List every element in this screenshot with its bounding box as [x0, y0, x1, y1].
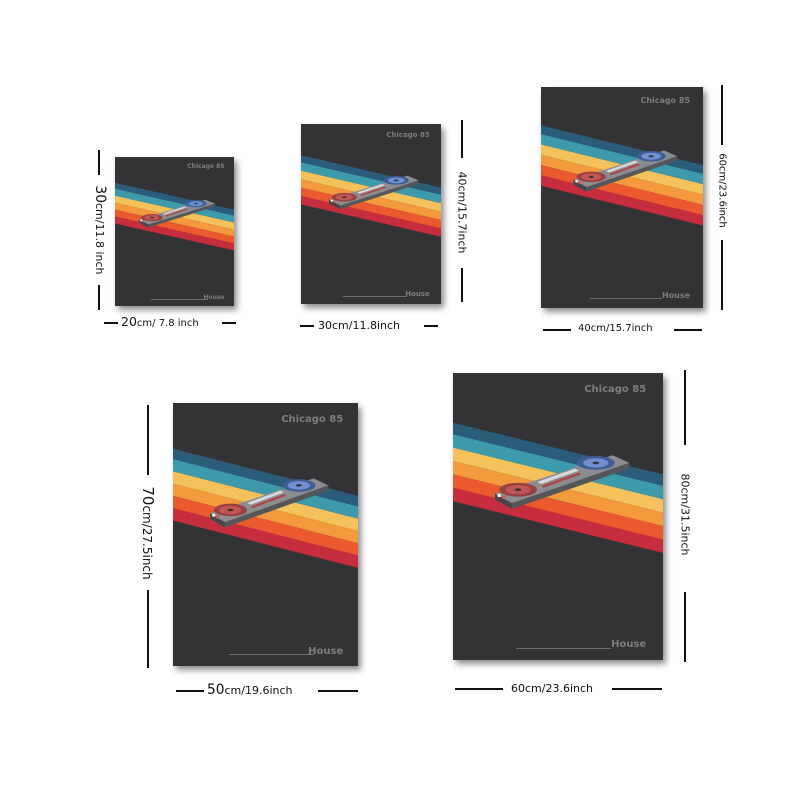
- height-number: 70: [139, 486, 157, 506]
- poster-40x60: Chicago 85 House: [541, 87, 703, 308]
- poster-subtitle: House: [308, 645, 344, 657]
- height-dimension-line-bottom: [684, 592, 686, 662]
- height-unit: cm/27.5inch: [140, 505, 154, 580]
- width-dimension-line-left: [455, 688, 503, 690]
- poster-title: Chicago 85: [187, 162, 225, 170]
- poster-60x80: Chicago 85 House: [453, 373, 663, 660]
- poster-title: Chicago 85: [584, 384, 647, 396]
- poster-artwork: [301, 155, 441, 237]
- width-label: 40cm/15.7inch: [578, 323, 653, 334]
- width-dimension-line-right: [674, 329, 702, 331]
- width-dimension-line-right: [222, 322, 236, 324]
- poster-20x30: Chicago 85 House: [115, 157, 234, 306]
- height-unit: 80cm/31.5inch: [678, 473, 692, 556]
- width-dimension-line-left: [104, 322, 118, 324]
- poster-subtitle: House: [203, 293, 225, 301]
- width-unit: cm/ 7.8 inch: [136, 318, 199, 329]
- poster-artwork: [453, 422, 663, 553]
- height-number: 30: [92, 185, 108, 203]
- width-dimension-line-left: [543, 329, 571, 331]
- poster-artwork: [541, 125, 703, 226]
- width-dimension-line-right: [318, 690, 358, 692]
- height-unit: 40cm/15.7inch: [455, 171, 469, 254]
- height-label: 60cm/23.6inch: [717, 131, 728, 251]
- width-dimension-line-right: [612, 688, 662, 690]
- poster-artwork: [173, 448, 358, 568]
- poster-subtitle-line: [228, 654, 314, 656]
- poster-subtitle-line: [589, 298, 663, 300]
- height-dimension-line-bottom: [461, 268, 463, 302]
- poster-title: Chicago 85: [281, 413, 344, 425]
- poster-subtitle-line: [150, 299, 208, 301]
- width-dimension-line-left: [300, 325, 314, 327]
- height-label: 30cm/11.8 inch: [92, 170, 108, 290]
- width-unit: 30cm/11.8inch: [318, 319, 401, 332]
- poster-subtitle: House: [661, 291, 691, 301]
- poster-title: Chicago 85: [640, 95, 691, 105]
- width-label: 30cm/11.8inch: [318, 319, 400, 332]
- height-dimension-line-top: [684, 370, 686, 445]
- poster-artwork: [115, 182, 234, 251]
- poster-50x70: Chicago 85 House: [173, 403, 358, 666]
- width-label: 20cm/ 7.8 inch: [121, 314, 199, 329]
- poster-subtitle-line: [516, 647, 611, 649]
- height-unit: 60cm/23.6inch: [716, 153, 728, 228]
- poster-subtitle: House: [405, 289, 430, 298]
- width-number: 50: [207, 682, 225, 698]
- poster-30x40: Chicago 85 House: [301, 124, 441, 304]
- poster-subtitle: House: [611, 638, 647, 650]
- width-unit: 60cm/23.6inch: [511, 682, 594, 695]
- width-unit: cm/19.6inch: [224, 684, 293, 697]
- height-unit: cm/11.8 inch: [93, 202, 106, 275]
- height-label: 40cm/15.7inch: [456, 153, 469, 273]
- width-dimension-line-left: [176, 690, 204, 692]
- width-unit: 40cm/15.7inch: [578, 323, 653, 334]
- height-label: 80cm/31.5inch: [679, 455, 692, 575]
- poster-title: Chicago 85: [386, 131, 430, 140]
- width-number: 20: [121, 314, 137, 329]
- height-label: 70cm/27.5inch: [139, 453, 157, 613]
- height-dimension-line-bottom: [721, 240, 723, 310]
- width-dimension-line-right: [424, 325, 438, 327]
- width-label: 50cm/19.6inch: [207, 682, 293, 698]
- poster-subtitle-line: [343, 295, 408, 297]
- width-label: 60cm/23.6inch: [511, 682, 593, 695]
